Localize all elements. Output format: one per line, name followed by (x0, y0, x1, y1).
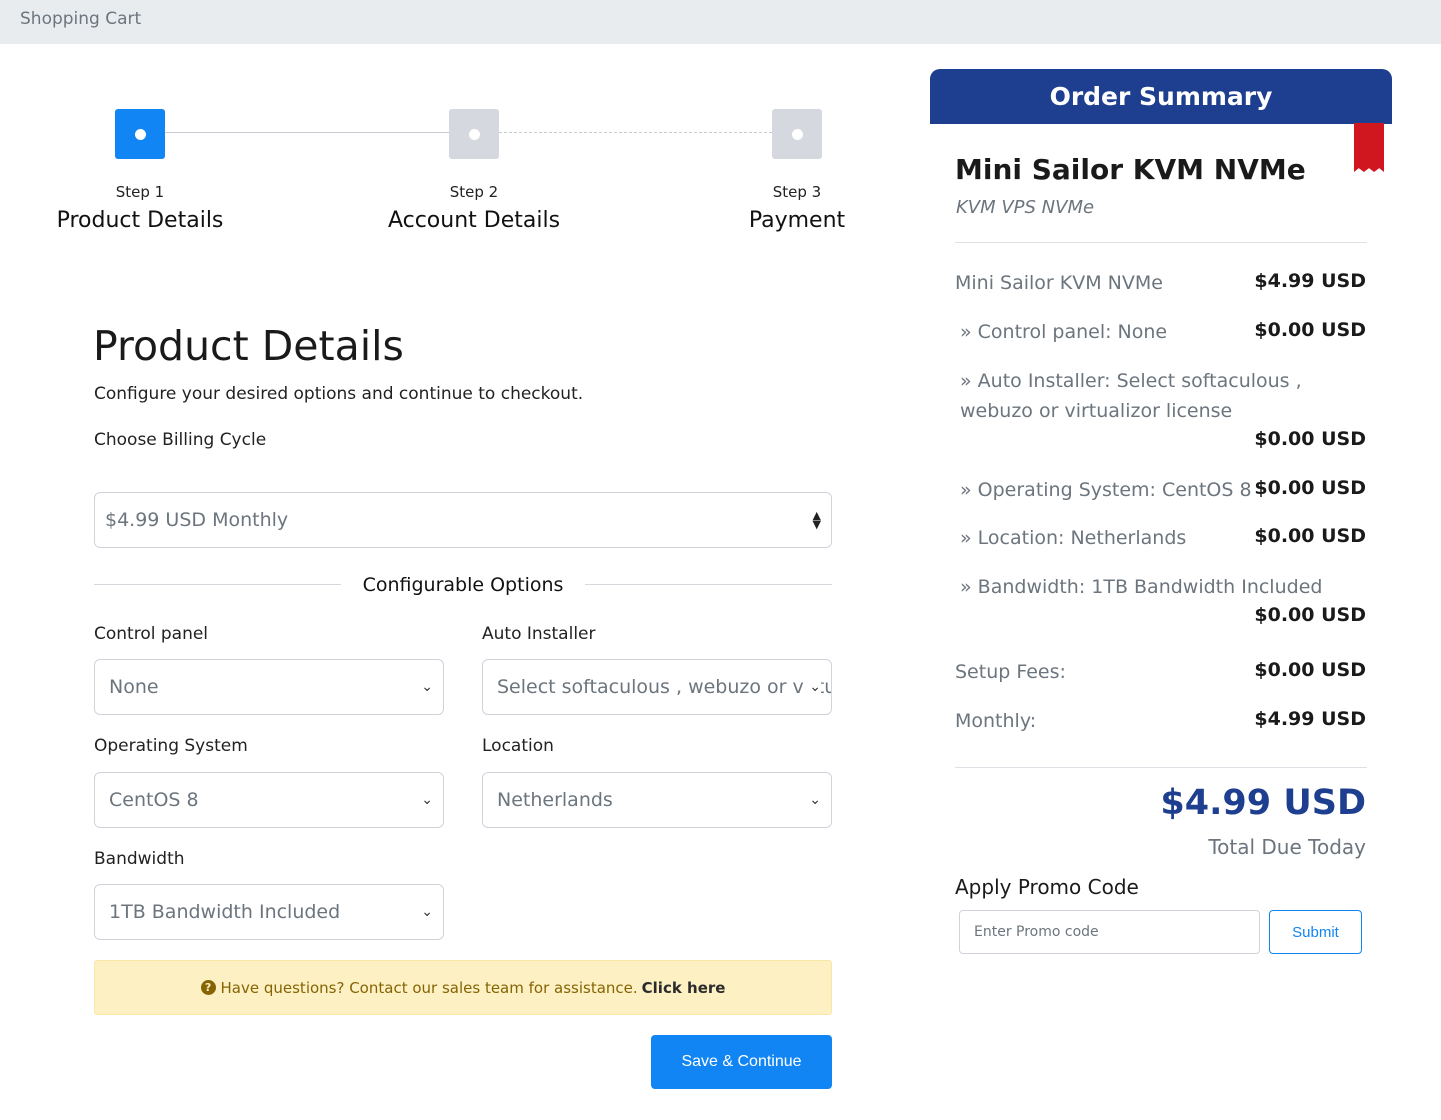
chevron-down-icon: ⌄ (805, 792, 821, 808)
step-2-title: Account Details (387, 208, 561, 233)
alert-text: Have questions? Contact our sales team f… (220, 978, 638, 997)
step-3-title: Payment (748, 208, 846, 233)
configurable-options-title: Configurable Options (362, 574, 564, 596)
monthly-price: $4.99 USD (1254, 708, 1366, 730)
summary-item-label: » Bandwidth: 1TB Bandwidth Included (960, 576, 1323, 598)
control-panel-label: Control panel (94, 624, 209, 644)
step-dot-icon (468, 128, 480, 140)
chevron-down-icon: ⌄ (417, 792, 433, 808)
summary-divider-bottom (955, 767, 1367, 768)
step-2-marker (449, 109, 499, 159)
summary-item-price: $0.00 USD (1254, 525, 1366, 547)
bandwidth-select[interactable]: 1TB Bandwidth Included ⌄ (94, 884, 444, 940)
step-1-number: Step 1 (115, 183, 165, 201)
billing-cycle-select[interactable]: $4.99 USD Monthly ▲ ▼ (94, 492, 832, 548)
page-subtitle: Configure your desired options and conti… (94, 384, 584, 404)
summary-item-price: $0.00 USD (1254, 604, 1366, 626)
summary-item-label: » Operating System: CentOS 8 (960, 479, 1252, 501)
location-label: Location (482, 736, 554, 756)
page-breadcrumb: Shopping Cart (20, 9, 142, 29)
chevron-down-icon: ⌄ (805, 679, 821, 695)
billing-cycle-label: Choose Billing Cycle (94, 430, 267, 450)
step-connector-2 (499, 132, 772, 133)
summary-item-label: » Location: Netherlands (960, 527, 1187, 549)
step-1-marker (115, 109, 165, 159)
promo-code-input[interactable] (959, 910, 1260, 954)
total-due-label: Total Due Today (1208, 835, 1366, 859)
sort-arrows-icon: ▲ ▼ (808, 510, 821, 530)
step-2-number: Step 2 (449, 183, 499, 201)
billing-cycle-value: $4.99 USD Monthly (105, 509, 289, 531)
setup-fees-price: $0.00 USD (1254, 659, 1366, 681)
control-panel-value: None (109, 676, 159, 698)
setup-fees-label: Setup Fees: (955, 661, 1066, 683)
step-dot-icon (134, 128, 146, 140)
total-due-amount: $4.99 USD (1160, 783, 1366, 823)
summary-product-group: KVM VPS NVMe (956, 197, 1095, 218)
auto-installer-select[interactable]: Select softaculous , webuzo or virtualiz… (482, 659, 832, 715)
summary-item-price: $4.99 USD (1254, 270, 1366, 292)
step-connector-1 (165, 132, 449, 133)
summary-divider-top (955, 242, 1367, 243)
summary-item-price: $0.00 USD (1254, 319, 1366, 341)
control-panel-select[interactable]: None ⌄ (94, 659, 444, 715)
options-divider-right (585, 584, 832, 585)
contact-sales-link[interactable]: Click here (642, 979, 726, 997)
page-title: Product Details (93, 322, 404, 370)
location-select[interactable]: Netherlands ⌄ (482, 772, 832, 828)
save-continue-button[interactable]: Save & Continue (651, 1035, 832, 1089)
operating-system-label: Operating System (94, 736, 248, 756)
summary-item-price: $0.00 USD (1254, 428, 1366, 450)
sales-help-alert: ? Have questions? Contact our sales team… (94, 960, 832, 1015)
auto-installer-label: Auto Installer (482, 624, 596, 644)
step-3-marker (772, 109, 822, 159)
promo-submit-button[interactable]: Submit (1269, 910, 1362, 954)
operating-system-select[interactable]: CentOS 8 ⌄ (94, 772, 444, 828)
summary-item-label: » Control panel: None (960, 321, 1168, 343)
promo-code-label: Apply Promo Code (955, 875, 1139, 899)
location-value: Netherlands (497, 789, 613, 811)
auto-installer-value: Select softaculous , webuzo or virtualiz… (497, 676, 831, 698)
chevron-down-icon: ⌄ (417, 679, 433, 695)
step-dot-icon (791, 128, 803, 140)
order-summary-header: Order Summary (930, 69, 1392, 124)
summary-product-name: Mini Sailor KVM NVMe (955, 153, 1306, 186)
bandwidth-value: 1TB Bandwidth Included (109, 901, 341, 923)
bookmark-ribbon-icon (1354, 123, 1384, 172)
step-1-title: Product Details (56, 208, 224, 233)
operating-system-value: CentOS 8 (109, 789, 199, 811)
step-3-number: Step 3 (772, 183, 822, 201)
summary-item-label: » Auto Installer: Select softaculous , w… (960, 370, 1302, 422)
summary-item-label: Mini Sailor KVM NVMe (955, 272, 1163, 294)
options-divider-left (94, 584, 341, 585)
top-bar: Shopping Cart (0, 0, 1441, 44)
bandwidth-label: Bandwidth (94, 849, 185, 869)
monthly-label: Monthly: (955, 710, 1037, 732)
question-circle-icon: ? (200, 980, 216, 995)
summary-item-price: $0.00 USD (1254, 477, 1366, 499)
chevron-down-icon: ⌄ (417, 904, 433, 920)
